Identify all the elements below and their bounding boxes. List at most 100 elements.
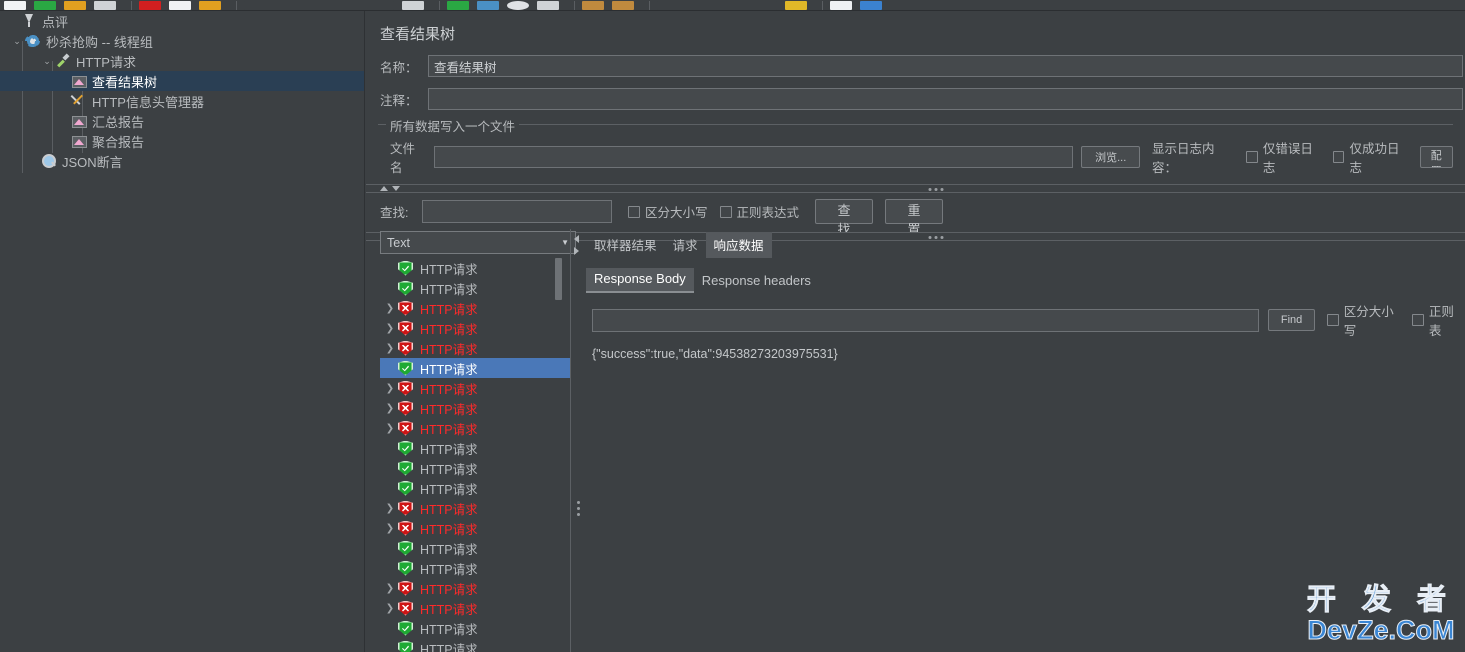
result-expand-icon[interactable]: ❯ — [382, 523, 398, 534]
result-expand-icon[interactable]: ❯ — [382, 503, 398, 514]
result-list-item[interactable]: HTTP请求 — [380, 638, 570, 652]
result-list-item[interactable]: ❯ HTTP请求 — [380, 418, 570, 438]
tree-item-test-plan[interactable]: 点评 — [0, 11, 364, 31]
tree-item-http-sampler[interactable]: ⌄ HTTP请求 — [0, 51, 364, 71]
search-regex-checkbox[interactable]: 正则表达式 — [719, 202, 799, 221]
help-icon[interactable] — [830, 1, 852, 10]
result-expand-icon[interactable]: ❯ — [382, 323, 398, 334]
subtab-response-body[interactable]: Response Body — [586, 268, 694, 293]
render-type-select[interactable]: Text ▼ — [380, 231, 576, 254]
only-error-log-checkbox[interactable]: 仅错误日志 — [1246, 138, 1323, 176]
new-icon[interactable] — [4, 1, 26, 10]
checkbox-box[interactable] — [719, 205, 732, 218]
result-list-item[interactable]: HTTP请求 — [380, 358, 570, 378]
result-list-item[interactable]: ❯ HTTP请求 — [380, 298, 570, 318]
result-list-item[interactable]: HTTP请求 — [380, 438, 570, 458]
result-list-item[interactable]: ❯ HTTP请求 — [380, 578, 570, 598]
filename-input[interactable] — [434, 146, 1074, 168]
paste-icon[interactable] — [169, 1, 191, 10]
checkbox-box[interactable] — [1332, 151, 1345, 163]
checkbox-box[interactable] — [1327, 314, 1339, 326]
tree-item-view-results-tree[interactable]: 查看结果树 — [0, 71, 364, 91]
tab-request[interactable]: 请求 — [665, 232, 706, 258]
result-list-item[interactable]: HTTP请求 — [380, 258, 570, 278]
test-plan-tree[interactable]: 点评 ⌄ 秒杀抢购 -- 线程组 ⌄ HTTP请求 查看结果树 HTTP信息头管… — [0, 11, 365, 652]
save-icon[interactable] — [64, 1, 86, 10]
response-find-button[interactable]: Find — [1268, 309, 1316, 331]
results-scrollbar-thumb[interactable] — [555, 258, 562, 300]
tree-item-header-manager[interactable]: HTTP信息头管理器 — [0, 91, 364, 111]
tree-item-thread-group[interactable]: ⌄ 秒杀抢购 -- 线程组 — [0, 31, 364, 51]
splitter-right-arrow[interactable] — [574, 247, 579, 255]
comment-input[interactable] — [428, 88, 1463, 110]
copy-icon[interactable] — [139, 1, 161, 10]
search-case-sensitive-checkbox[interactable]: 区分大小写 — [628, 202, 708, 221]
clear-icon[interactable] — [582, 1, 604, 10]
toggle-icon[interactable] — [402, 1, 424, 10]
result-expand-icon[interactable]: ❯ — [382, 583, 398, 594]
result-list-item[interactable]: HTTP请求 — [380, 278, 570, 298]
tree-item-summary-report[interactable]: 汇总报告 — [0, 111, 364, 131]
splitter-up-arrow[interactable] — [380, 186, 388, 191]
tree-twisty-expanded[interactable]: ⌄ — [10, 36, 24, 47]
chevron-down-icon[interactable]: ▼ — [561, 238, 569, 247]
response-regex-checkbox[interactable]: 正则表 — [1412, 301, 1465, 339]
expand-icon[interactable] — [199, 1, 221, 10]
result-expand-icon[interactable]: ❯ — [382, 383, 398, 394]
splitter-down-arrow[interactable] — [392, 186, 400, 191]
shutdown-icon[interactable] — [537, 1, 559, 10]
result-list-item[interactable]: HTTP请求 — [380, 538, 570, 558]
result-list-item[interactable]: ❯ HTTP请求 — [380, 378, 570, 398]
start-icon[interactable] — [447, 1, 469, 10]
horizontal-splitter-top[interactable] — [366, 184, 1465, 193]
tab-sampler-result[interactable]: 取样器结果 — [586, 232, 665, 258]
subtab-response-headers[interactable]: Response headers — [694, 270, 819, 293]
result-list-item[interactable]: HTTP请求 — [380, 558, 570, 578]
result-list-item[interactable]: ❯ HTTP请求 — [380, 398, 570, 418]
result-expand-icon[interactable]: ❯ — [382, 603, 398, 614]
splitter-grip[interactable] — [928, 188, 944, 191]
function-helper-icon[interactable] — [785, 1, 807, 10]
response-subtabs[interactable]: Response Body Response headers — [586, 268, 1465, 293]
collapse-icon[interactable] — [244, 1, 394, 10]
response-case-sensitive-checkbox[interactable]: 区分大小写 — [1327, 301, 1404, 339]
browse-button[interactable]: 浏览... — [1081, 146, 1140, 168]
result-expand-icon[interactable]: ❯ — [382, 343, 398, 354]
checkbox-box[interactable] — [628, 205, 640, 218]
name-input[interactable] — [428, 55, 1463, 77]
detail-tabs[interactable]: 取样器结果 请求 响应数据 — [586, 229, 1465, 258]
open-icon[interactable] — [34, 1, 56, 10]
splitter-left-arrow[interactable] — [574, 235, 579, 243]
start-no-pause-icon[interactable] — [477, 1, 499, 10]
vertical-splitter-grip[interactable] — [577, 501, 580, 516]
search-input[interactable] — [422, 200, 612, 223]
tree-twisty-expanded[interactable]: ⌄ — [40, 56, 54, 67]
cut-icon[interactable] — [94, 1, 116, 10]
tab-response-data[interactable]: 响应数据 — [705, 232, 772, 258]
result-list-item[interactable]: HTTP请求 — [380, 458, 570, 478]
configure-button[interactable]: 配置 — [1419, 146, 1453, 168]
result-list-item[interactable]: ❯ HTTP请求 — [380, 318, 570, 338]
result-expand-icon[interactable]: ❯ — [382, 303, 398, 314]
results-list[interactable]: HTTP请求 HTTP请求 ❯ HTTP请求 ❯ HTTP请求 ❯ HTTP请求 HTTP请求 ❯… — [380, 258, 570, 652]
result-list-item[interactable]: HTTP请求 — [380, 618, 570, 638]
remote-icon[interactable] — [860, 1, 882, 10]
result-list-item[interactable]: HTTP请求 — [380, 478, 570, 498]
tree-item-aggregate-report[interactable]: 聚合报告 — [0, 131, 364, 151]
result-list-item[interactable]: ❯ HTTP请求 — [380, 518, 570, 538]
vertical-splitter[interactable] — [570, 229, 586, 652]
checkbox-box[interactable] — [1412, 314, 1424, 326]
search-icon[interactable] — [657, 1, 777, 10]
response-find-input[interactable] — [592, 308, 1259, 332]
tree-item-json-assertion[interactable]: JSON断言 — [0, 151, 364, 171]
only-success-log-checkbox[interactable]: 仅成功日志 — [1332, 138, 1410, 176]
result-expand-icon[interactable]: ❯ — [382, 403, 398, 414]
find-button[interactable]: 查找 — [815, 199, 874, 237]
stop-icon[interactable] — [507, 1, 529, 10]
checkbox-box[interactable] — [1246, 151, 1258, 163]
result-list-item[interactable]: ❯ HTTP请求 — [380, 498, 570, 518]
reset-button[interactable]: 重置 — [885, 199, 944, 237]
result-list-item[interactable]: ❯ HTTP请求 — [380, 338, 570, 358]
result-expand-icon[interactable]: ❯ — [382, 423, 398, 434]
result-list-item[interactable]: ❯ HTTP请求 — [380, 598, 570, 618]
